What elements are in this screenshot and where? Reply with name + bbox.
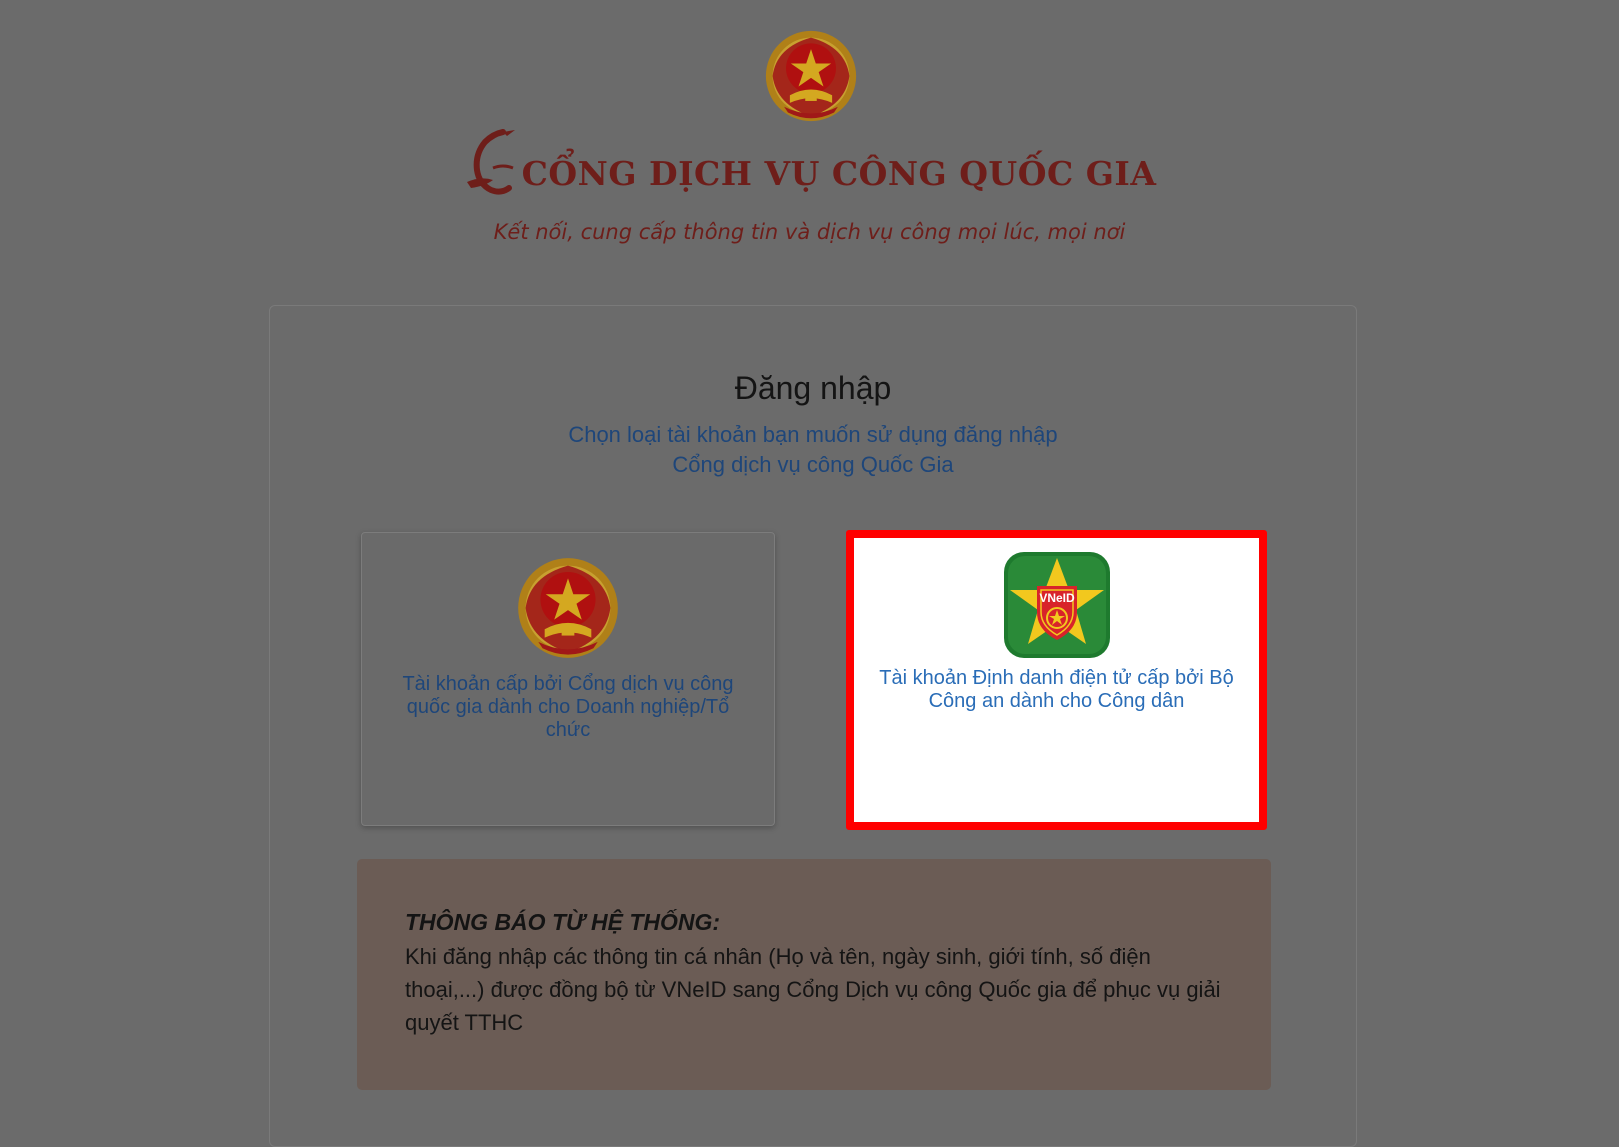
login-subtitle: Chọn loại tài khoản bạn muốn sử dụng đăn… (270, 420, 1356, 480)
notice-title: THÔNG BÁO TỪ HỆ THỐNG: (405, 909, 721, 935)
login-subtitle-line1: Chọn loại tài khoản bạn muốn sử dụng đăn… (568, 422, 1058, 447)
citizen-account-option[interactable]: VNeID Tài khoản Định danh điện tử cấp bở… (846, 530, 1267, 830)
system-notice: THÔNG BÁO TỪ HỆ THỐNG: Khi đăng nhập các… (357, 859, 1271, 1090)
login-subtitle-line2: Cổng dịch vụ công Quốc Gia (672, 452, 954, 477)
site-subtitle: Kết nối, cung cấp thông tin và dịch vụ c… (493, 220, 1126, 244)
org-account-label: Tài khoản cấp bởi Cổng dịch vụ công quốc… (402, 673, 734, 741)
site-title: CỔNG DỊCH VỤ CÔNG QUỐC GIA (521, 153, 1157, 193)
brand: CỔNG DỊCH VỤ CÔNG QUỐC GIA (0, 128, 1619, 200)
vneid-icon: VNeID (1003, 552, 1110, 658)
crane-logo-icon (466, 129, 515, 195)
citizen-account-label: Tài khoản Định danh điện tử cấp bởi Bộ C… (879, 667, 1234, 712)
notice-body: Khi đăng nhập các thông tin cá nhân (Họ … (405, 944, 1221, 1035)
national-emblem-icon (765, 30, 857, 122)
national-emblem-icon (518, 558, 618, 658)
org-account-option[interactable]: Tài khoản cấp bởi Cổng dịch vụ công quốc… (361, 532, 775, 826)
login-title: Đăng nhập (734, 370, 892, 406)
vneid-icon-text: VNeID (1039, 591, 1075, 605)
site-header: CỔNG DỊCH VỤ CÔNG QUỐC GIA Kết nối, cung… (0, 0, 1619, 290)
login-panel: Đăng nhập Chọn loại tài khoản bạn muốn s… (269, 305, 1357, 1147)
